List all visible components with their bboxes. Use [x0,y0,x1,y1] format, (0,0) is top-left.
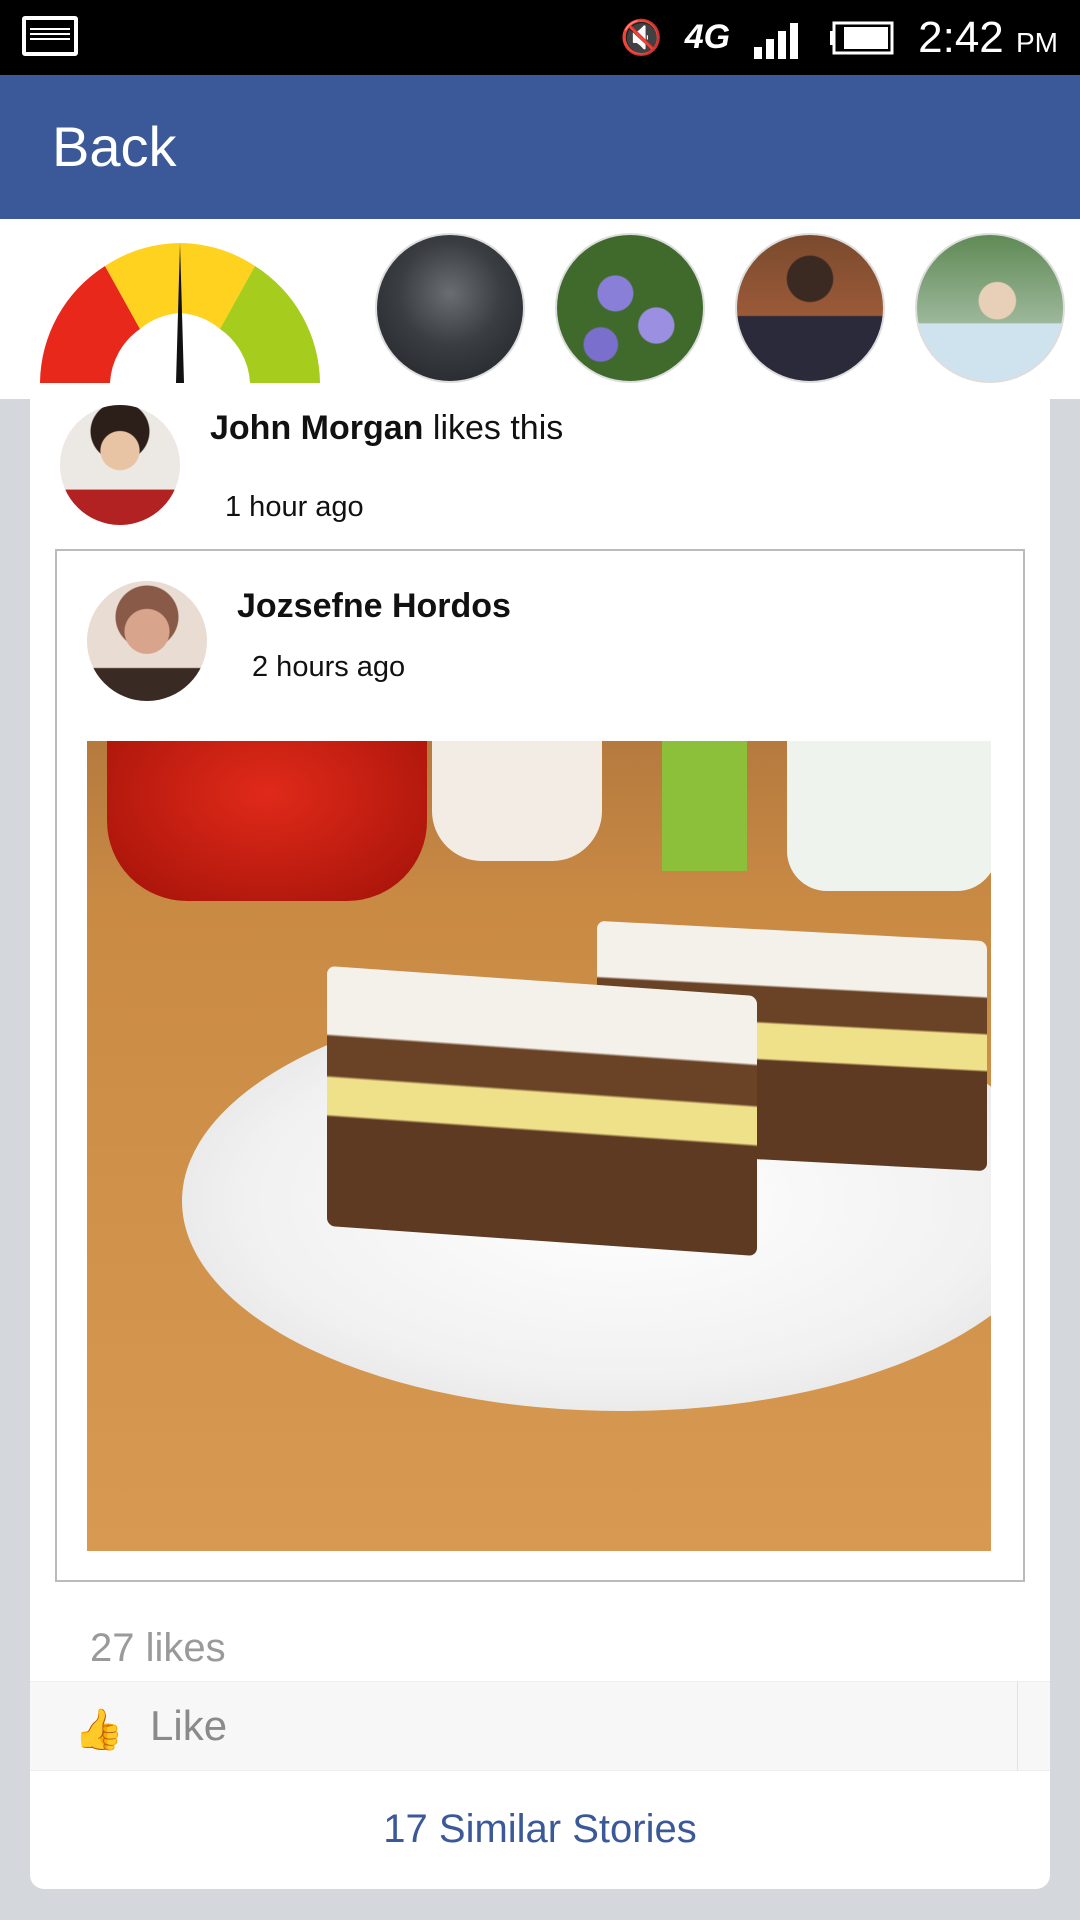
post-timestamp: 2 hours ago [252,651,406,683]
like-bar: 👍 Like [30,1681,1050,1771]
status-bar: 🔇 4G 2:42 PM [0,0,1080,75]
activity-timestamp: 1 hour ago [225,491,364,523]
network-type: 4G [684,18,731,56]
mute-icon: 🔇 [620,18,663,57]
post[interactable]: Jozsefne Hordos 2 hours ago [55,549,1025,1582]
liker-avatar[interactable] [60,405,180,525]
status-icons: 🔇 4G 2:42 PM [620,0,1058,75]
likes-count[interactable]: 27 likes [90,1626,226,1671]
similar-stories-link[interactable]: 17 Similar Stories [30,1769,1050,1889]
signal-icon [754,22,799,59]
story-avatar-1[interactable] [375,233,525,383]
activity-text: John Morgan likes this [210,409,563,448]
thumbs-up-icon[interactable]: 👍 [74,1706,124,1753]
story-avatar-4[interactable] [915,233,1065,383]
activity-action: likes this [423,409,564,447]
author-avatar[interactable] [87,581,207,701]
story-avatar-2[interactable] [555,233,705,383]
stories-strip [0,219,1080,399]
divider [1017,1682,1018,1770]
back-button[interactable]: Back [52,75,177,219]
gauge-icon[interactable] [30,233,330,393]
liker-name[interactable]: John Morgan [210,409,423,447]
like-button[interactable]: Like [150,1702,227,1750]
post-photo[interactable] [87,741,991,1551]
post-author[interactable]: Jozsefne Hordos [237,587,511,626]
story-avatar-3[interactable] [735,233,885,383]
battery-icon [830,21,894,54]
gallery-notification-icon [22,16,78,56]
app-bar: Back [0,75,1080,219]
feed-card: John Morgan likes this 1 hour ago Jozsef… [30,399,1050,1889]
clock: 2:42 PM [918,12,1058,62]
